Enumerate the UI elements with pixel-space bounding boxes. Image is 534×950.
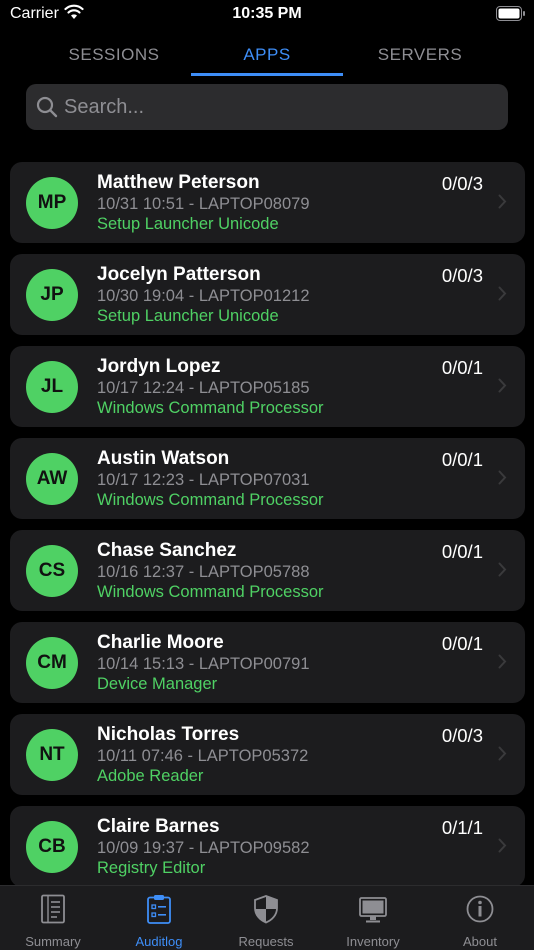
timestamp-device: 10/31 10:51 - LAPTOP08079 [97, 195, 310, 213]
list-item[interactable]: MP Matthew Peterson 10/31 10:51 - LAPTOP… [10, 162, 525, 243]
timestamp-device: 10/17 12:23 - LAPTOP07031 [97, 471, 310, 489]
tabbar-about[interactable]: About [427, 886, 533, 950]
chevron-right-icon [498, 746, 507, 761]
list-item[interactable]: CM Charlie Moore 10/14 15:13 - LAPTOP007… [10, 622, 525, 703]
user-name: Claire Barnes [97, 816, 220, 837]
avatar: CB [26, 821, 78, 873]
tab-servers[interactable]: SERVERS [344, 36, 496, 76]
chevron-right-icon [498, 838, 507, 853]
clock: 10:35 PM [232, 5, 302, 22]
tabbar-label: Summary [25, 934, 81, 949]
app-name: Adobe Reader [97, 767, 204, 785]
chevron-right-icon [498, 562, 507, 577]
segment-tabs: SESSIONS APPS SERVERS [0, 36, 534, 76]
user-name: Jocelyn Patterson [97, 264, 261, 285]
event-count: 0/1/1 [441, 817, 483, 838]
tab-apps[interactable]: APPS [191, 36, 343, 76]
app-name: Windows Command Processor [97, 491, 324, 509]
app-name: Windows Command Processor [97, 399, 324, 417]
user-name: Jordyn Lopez [97, 356, 221, 377]
battery-icon [496, 6, 525, 21]
user-name: Charlie Moore [97, 632, 224, 653]
search-bar [26, 84, 508, 130]
app-name: Windows Command Processor [97, 583, 324, 601]
user-name: Chase Sanchez [97, 540, 237, 561]
clipboard-icon [147, 895, 171, 924]
chevron-right-icon [498, 286, 507, 301]
monitor-icon [359, 897, 387, 923]
bottom-tab-bar: Summary Auditlog Requests Inventory Abou… [0, 885, 534, 950]
app-name: Registry Editor [97, 859, 206, 877]
list-item[interactable]: NT Nicholas Torres 10/11 07:46 - LAPTOP0… [10, 714, 525, 795]
list-item[interactable]: CB Claire Barnes 10/09 19:37 - LAPTOP095… [10, 806, 525, 887]
timestamp-device: 10/17 12:24 - LAPTOP05185 [97, 379, 310, 397]
app-name: Device Manager [97, 675, 218, 693]
app-name: Setup Launcher Unicode [97, 215, 279, 233]
tabbar-summary[interactable]: Summary [0, 886, 106, 950]
chevron-right-icon [498, 378, 507, 393]
event-count: 0/0/1 [441, 633, 483, 654]
timestamp-device: 10/16 12:37 - LAPTOP05788 [97, 563, 310, 581]
tabbar-inventory[interactable]: Inventory [320, 886, 426, 950]
tabbar-label: About [463, 934, 497, 949]
event-count: 0/0/1 [441, 357, 483, 378]
timestamp-device: 10/30 19:04 - LAPTOP01212 [97, 287, 310, 305]
app-audit-list: MP Matthew Peterson 10/31 10:51 - LAPTOP… [10, 162, 525, 898]
info-icon [466, 895, 494, 923]
search-icon [36, 96, 58, 118]
event-count: 0/0/3 [441, 265, 483, 286]
user-name: Nicholas Torres [97, 724, 240, 745]
summary-icon [41, 894, 65, 924]
list-item[interactable]: JL Jordyn Lopez 10/17 12:24 - LAPTOP0518… [10, 346, 525, 427]
timestamp-device: 10/14 15:13 - LAPTOP00791 [97, 655, 310, 673]
event-count: 0/0/3 [441, 725, 483, 746]
avatar: NT [26, 729, 78, 781]
timestamp-device: 10/11 07:46 - LAPTOP05372 [97, 747, 309, 765]
avatar: MP [26, 177, 78, 229]
chevron-right-icon [498, 470, 507, 485]
avatar: JL [26, 361, 78, 413]
status-bar: Carrier 10:35 PM [0, 0, 534, 30]
chevron-right-icon [498, 194, 507, 209]
tabbar-label: Requests [238, 934, 294, 949]
avatar: JP [26, 269, 78, 321]
chevron-right-icon [498, 654, 507, 669]
app-name: Setup Launcher Unicode [97, 307, 279, 325]
avatar: CS [26, 545, 78, 597]
search-input[interactable] [64, 84, 494, 130]
event-count: 0/0/1 [441, 541, 483, 562]
shield-icon [254, 895, 278, 924]
user-name: Matthew Peterson [97, 172, 260, 193]
tab-sessions[interactable]: SESSIONS [38, 36, 190, 76]
event-count: 0/0/3 [441, 173, 483, 194]
tabbar-auditlog[interactable]: Auditlog [106, 886, 212, 950]
timestamp-device: 10/09 19:37 - LAPTOP09582 [97, 839, 310, 857]
tabbar-label: Inventory [346, 934, 400, 949]
tabbar-label: Auditlog [135, 934, 183, 949]
user-name: Austin Watson [97, 448, 230, 469]
tabbar-requests[interactable]: Requests [213, 886, 319, 950]
avatar: AW [26, 453, 78, 505]
list-item[interactable]: CS Chase Sanchez 10/16 12:37 - LAPTOP057… [10, 530, 525, 611]
avatar: CM [26, 637, 78, 689]
list-item[interactable]: AW Austin Watson 10/17 12:23 - LAPTOP070… [10, 438, 525, 519]
event-count: 0/0/1 [441, 449, 483, 470]
list-item[interactable]: JP Jocelyn Patterson 10/30 19:04 - LAPTO… [10, 254, 525, 335]
